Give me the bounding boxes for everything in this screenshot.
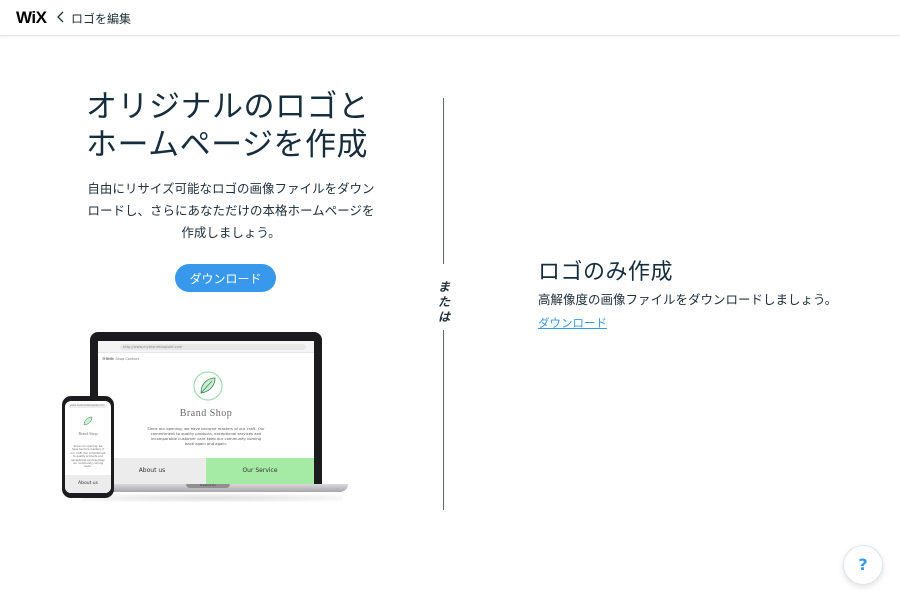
devices-illustration: http://www.mybrandshopsite.com Home Shop… <box>62 332 354 514</box>
chevron-left-icon[interactable] <box>56 10 66 24</box>
help-button[interactable]: ? <box>843 545 883 585</box>
phone-brand-leaf-icon <box>83 416 93 426</box>
phone-url: www.mybrandshopsite.com <box>69 404 107 408</box>
phone-copy: Since our opening, we have become master… <box>70 445 106 469</box>
top-bar: WiX ロゴを編集 <box>0 0 900 36</box>
site-service-button: Our Service <box>206 458 314 484</box>
hero-description: 自由にリサイズ可能なロゴの画像ファイルをダウンロードし、さらにあなただけの本格ホ… <box>87 181 375 240</box>
brand-copy: Since our opening, we have become master… <box>147 426 265 446</box>
logo-only-title: ロゴのみ作成 <box>538 260 674 285</box>
phone-brand-name: Brand Shop <box>78 431 98 436</box>
hero-title: オリジナルのロゴと ホームページを作成 <box>86 88 406 164</box>
browser-bar: http://www.mybrandshopsite.com <box>98 341 314 360</box>
phone-screen: www.mybrandshopsite.com Brand Shop Since… <box>65 401 111 493</box>
wix-logo[interactable]: WiX <box>16 8 47 28</box>
laptop-illustration: http://www.mybrandshopsite.com Home Shop… <box>90 332 322 484</box>
divider-line-top <box>443 98 444 264</box>
download-logo-only-link[interactable]: ダウンロード <box>538 315 607 331</box>
laptop-notch: MacBook Pro <box>186 484 230 488</box>
brand-name: Brand Shop <box>179 408 233 419</box>
hero-title-line-2: ホームページを作成 <box>86 127 368 163</box>
phone-illustration: www.mybrandshopsite.com Brand Shop Since… <box>62 396 114 498</box>
laptop-shadow <box>82 494 342 502</box>
hero-title-line-1: オリジナルのロゴと <box>86 89 370 125</box>
laptop-model-label: MacBook Pro <box>199 484 217 487</box>
or-label: または <box>437 280 450 324</box>
divider-line-bottom <box>443 330 444 510</box>
browser-dots-icon <box>102 345 116 360</box>
download-logo-and-site-button[interactable]: ダウンロード <box>175 264 276 292</box>
brand-leaf-logo-icon <box>193 371 223 401</box>
logo-only-description: 高解像度の画像ファイルをダウンロードしましょう。 <box>538 292 838 307</box>
browser-url: http://www.mybrandshopsite.com <box>120 344 306 350</box>
laptop-display: http://www.mybrandshopsite.com Home Shop… <box>98 341 314 484</box>
edit-logo-back-link[interactable]: ロゴを編集 <box>71 10 131 27</box>
site-nav: Home Shop Contact <box>104 357 139 361</box>
site-about-button: About us <box>98 458 206 484</box>
phone-about-button: About us <box>65 475 111 493</box>
